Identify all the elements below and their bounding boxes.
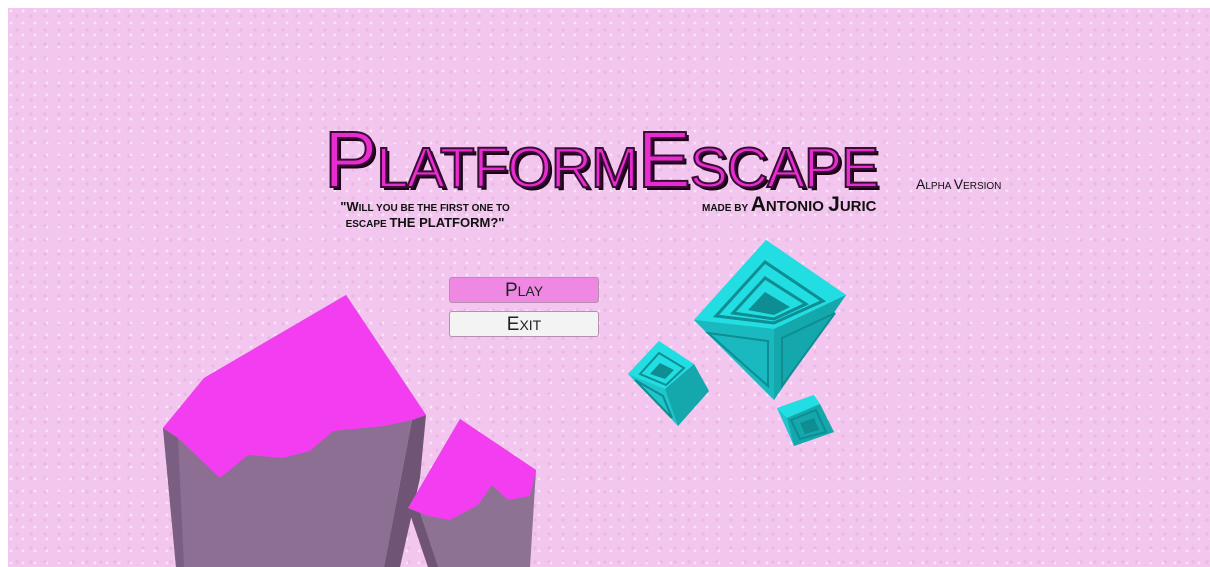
rock-pillar-large <box>163 295 426 567</box>
cube-small-left <box>628 341 709 426</box>
play-rest: LAY <box>517 283 544 299</box>
version-rest-2: ERSION <box>963 181 1002 192</box>
version-initial-v: V <box>953 176 964 192</box>
tagline: "WILL YOU BE THE FIRST ONE TO ESCAPE THE … <box>320 200 530 232</box>
tagline-line-2-small: ESCAPE <box>345 219 390 230</box>
title-rest-1: LATFORM <box>375 136 639 200</box>
cube-small-right <box>777 395 834 446</box>
version-initial-a: A <box>916 176 926 192</box>
credit-initial-a: A <box>750 193 766 216</box>
game-viewport: PLATFORMESCAPE ALPHA VERSION "WILL YOU B… <box>8 8 1210 567</box>
version-rest-1: LPHA <box>925 181 954 192</box>
credit-prefix: MADE BY <box>702 203 751 214</box>
rock-pillar-small <box>408 419 536 567</box>
exit-rest: XIT <box>519 317 542 333</box>
author-credit: MADE BY ANTONIO JURIC <box>702 193 876 217</box>
tagline-quote-w: "W <box>340 199 359 214</box>
scene-3d <box>163 240 846 567</box>
title-rest-2: SCAPE <box>689 136 880 200</box>
title-initial-e: E <box>636 115 691 204</box>
exit-button[interactable]: EXIT <box>449 311 599 337</box>
credit-name: ANTONIO JURIC <box>751 193 877 216</box>
credit-initial-j: J <box>828 193 840 216</box>
tagline-line-1: ILL YOU BE THE FIRST ONE TO <box>358 203 510 214</box>
title-initial-p: P <box>323 115 378 204</box>
tagline-line-2-big: THE PLATFORM?" <box>389 215 505 230</box>
game-title: PLATFORMESCAPE <box>323 119 880 201</box>
play-button[interactable]: PLAY <box>449 277 599 303</box>
version-label: ALPHA VERSION <box>916 176 1001 192</box>
credit-first-rest: NTONIO <box>765 198 829 215</box>
credit-last-rest: URIC <box>839 198 877 215</box>
exit-initial: E <box>506 314 520 335</box>
cube-large <box>694 240 846 400</box>
play-initial: P <box>504 280 518 301</box>
